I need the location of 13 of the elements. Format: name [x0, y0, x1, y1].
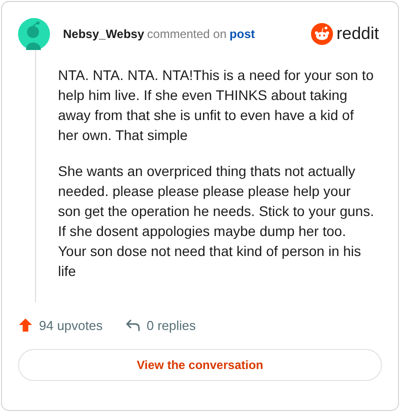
comment-paragraph: NTA. NTA. NTA. NTA!This is a need for your son to help him live. If she even THINKS about taking away from that she is unfit to even have a kid of her own. That simple: [58, 66, 375, 145]
comment-action: commented on: [147, 27, 227, 41]
avatar-icon: [18, 18, 50, 50]
view-conversation-button[interactable]: View the conversation: [18, 349, 382, 381]
reply-arrow-icon: [124, 318, 141, 332]
post-link[interactable]: post: [230, 27, 255, 41]
reddit-logo-icon: [311, 23, 334, 45]
reply-count: 0 replies: [146, 318, 196, 332]
brand-name: reddit: [336, 24, 379, 44]
author-name[interactable]: Nebsy_Websy: [63, 27, 144, 41]
upvote-count: 94 upvotes: [39, 318, 103, 332]
comment-paragraph: She wants an overpriced thing thats not actually needed. please please please please help your son get the operation he needs. Stick to your guns. If she dosent appologies maybe dump her too. Your son dose not need that kind of person in his life: [58, 162, 375, 281]
upvote-arrow-icon: [18, 317, 33, 333]
